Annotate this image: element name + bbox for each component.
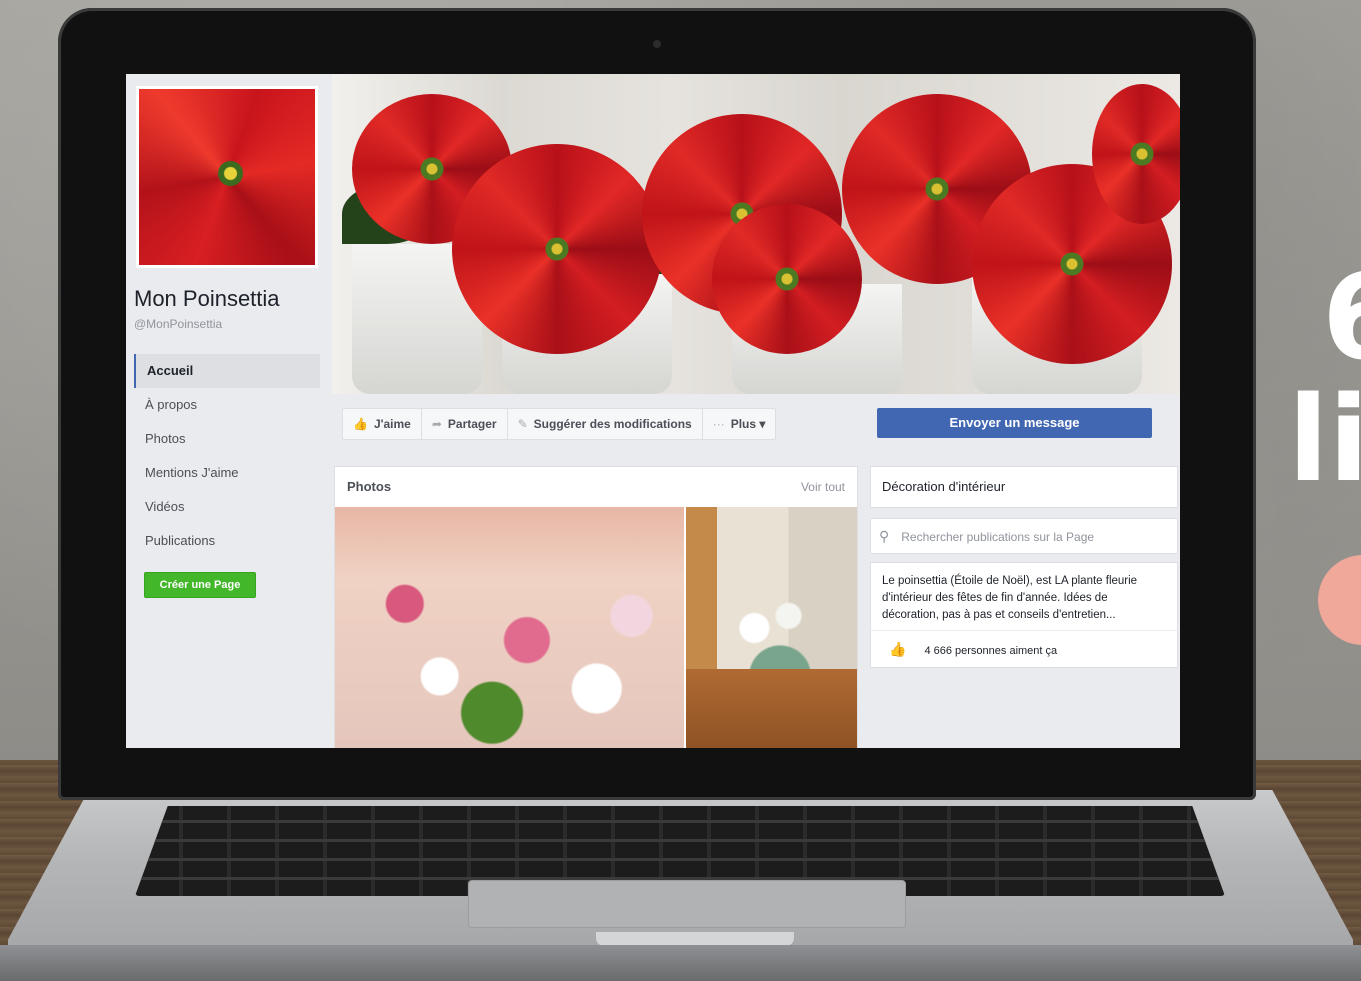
like-button[interactable]: 👍 J'aime [343, 409, 422, 439]
laptop-front-edge [0, 945, 1361, 981]
laptop-trackpad [468, 880, 906, 928]
likes-count: 4 666 personnes aiment ça [924, 645, 1058, 657]
see-all-link[interactable]: Voir tout [801, 467, 845, 507]
page-action-bar: 👍 J'aime ➦ Partager ✎ Suggérer des modifica… [342, 408, 777, 440]
photo-thumbnail[interactable] [335, 507, 684, 748]
page-nav: Accueil À propos Photos Mentions J'aime … [134, 354, 320, 558]
about-card: Décoration d'intérieur ⚲ Rechercher publi… [870, 466, 1178, 748]
page-title[interactable]: Mon Poinsettia [134, 286, 280, 312]
nav-item-videos[interactable]: Vidéos [134, 490, 320, 524]
send-message-button[interactable]: Envoyer un message [877, 408, 1152, 438]
search-icon: ⚲ [879, 528, 890, 544]
page-search-input[interactable]: ⚲ Rechercher publications sur la Page [870, 518, 1178, 554]
profile-picture[interactable] [136, 86, 318, 268]
laptop-notch [596, 932, 794, 946]
more-label: Plus [730, 417, 757, 431]
overlay-text-1: 6 [1322, 258, 1361, 376]
pencil-icon: ✎ [517, 417, 528, 431]
nav-item-publications[interactable]: Publications [134, 524, 320, 558]
page-category[interactable]: Décoration d'intérieur [871, 467, 1177, 507]
suggest-label: Suggérer des modifications [533, 417, 692, 431]
share-button[interactable]: ➦ Partager [422, 409, 508, 439]
category-box: Décoration d'intérieur [870, 466, 1178, 508]
search-placeholder: Rechercher publications sur la Page [901, 530, 1095, 544]
nav-item-mentions-jaime[interactable]: Mentions J'aime [134, 456, 320, 490]
left-column: Mon Poinsettia @MonPoinsettia Accueil À … [126, 74, 326, 748]
poinsettia-flower [452, 144, 662, 354]
thumbs-up-icon: 👍 [889, 641, 907, 657]
overlay-text-2: li [1288, 370, 1361, 508]
webcam-icon [653, 40, 661, 48]
suggest-edits-button[interactable]: ✎ Suggérer des modifications [508, 409, 703, 439]
page-handle[interactable]: @MonPoinsettia [134, 317, 222, 331]
photo-thumbnail[interactable] [686, 507, 857, 748]
chevron-down-icon: ▾ [759, 417, 766, 431]
nav-item-a-propos[interactable]: À propos [134, 388, 320, 422]
page-description: Le poinsettia (Étoile de Noël), est LA p… [870, 562, 1178, 630]
thumbs-up-icon: 👍 [353, 417, 368, 431]
likes-count-row[interactable]: 👍 4 666 personnes aiment ça [870, 630, 1178, 668]
poinsettia-flower [712, 204, 862, 354]
like-label: J'aime [373, 417, 411, 431]
more-button[interactable]: ··· Plus ▾ [703, 409, 776, 439]
cover-photo[interactable]: stars [332, 74, 1180, 394]
laptop-screen: Mon Poinsettia @MonPoinsettia Accueil À … [126, 74, 1180, 748]
nav-item-accueil[interactable]: Accueil [134, 354, 320, 388]
ellipsis-icon: ··· [712, 417, 725, 431]
photos-header: Photos Voir tout [335, 467, 857, 507]
create-page-button[interactable]: Créer une Page [144, 572, 256, 598]
photos-card: Photos Voir tout [334, 466, 858, 748]
nav-item-photos[interactable]: Photos [134, 422, 320, 456]
share-arrow-icon: ➦ [431, 417, 442, 431]
share-label: Partager [447, 417, 497, 431]
photos-title: Photos [347, 479, 392, 494]
